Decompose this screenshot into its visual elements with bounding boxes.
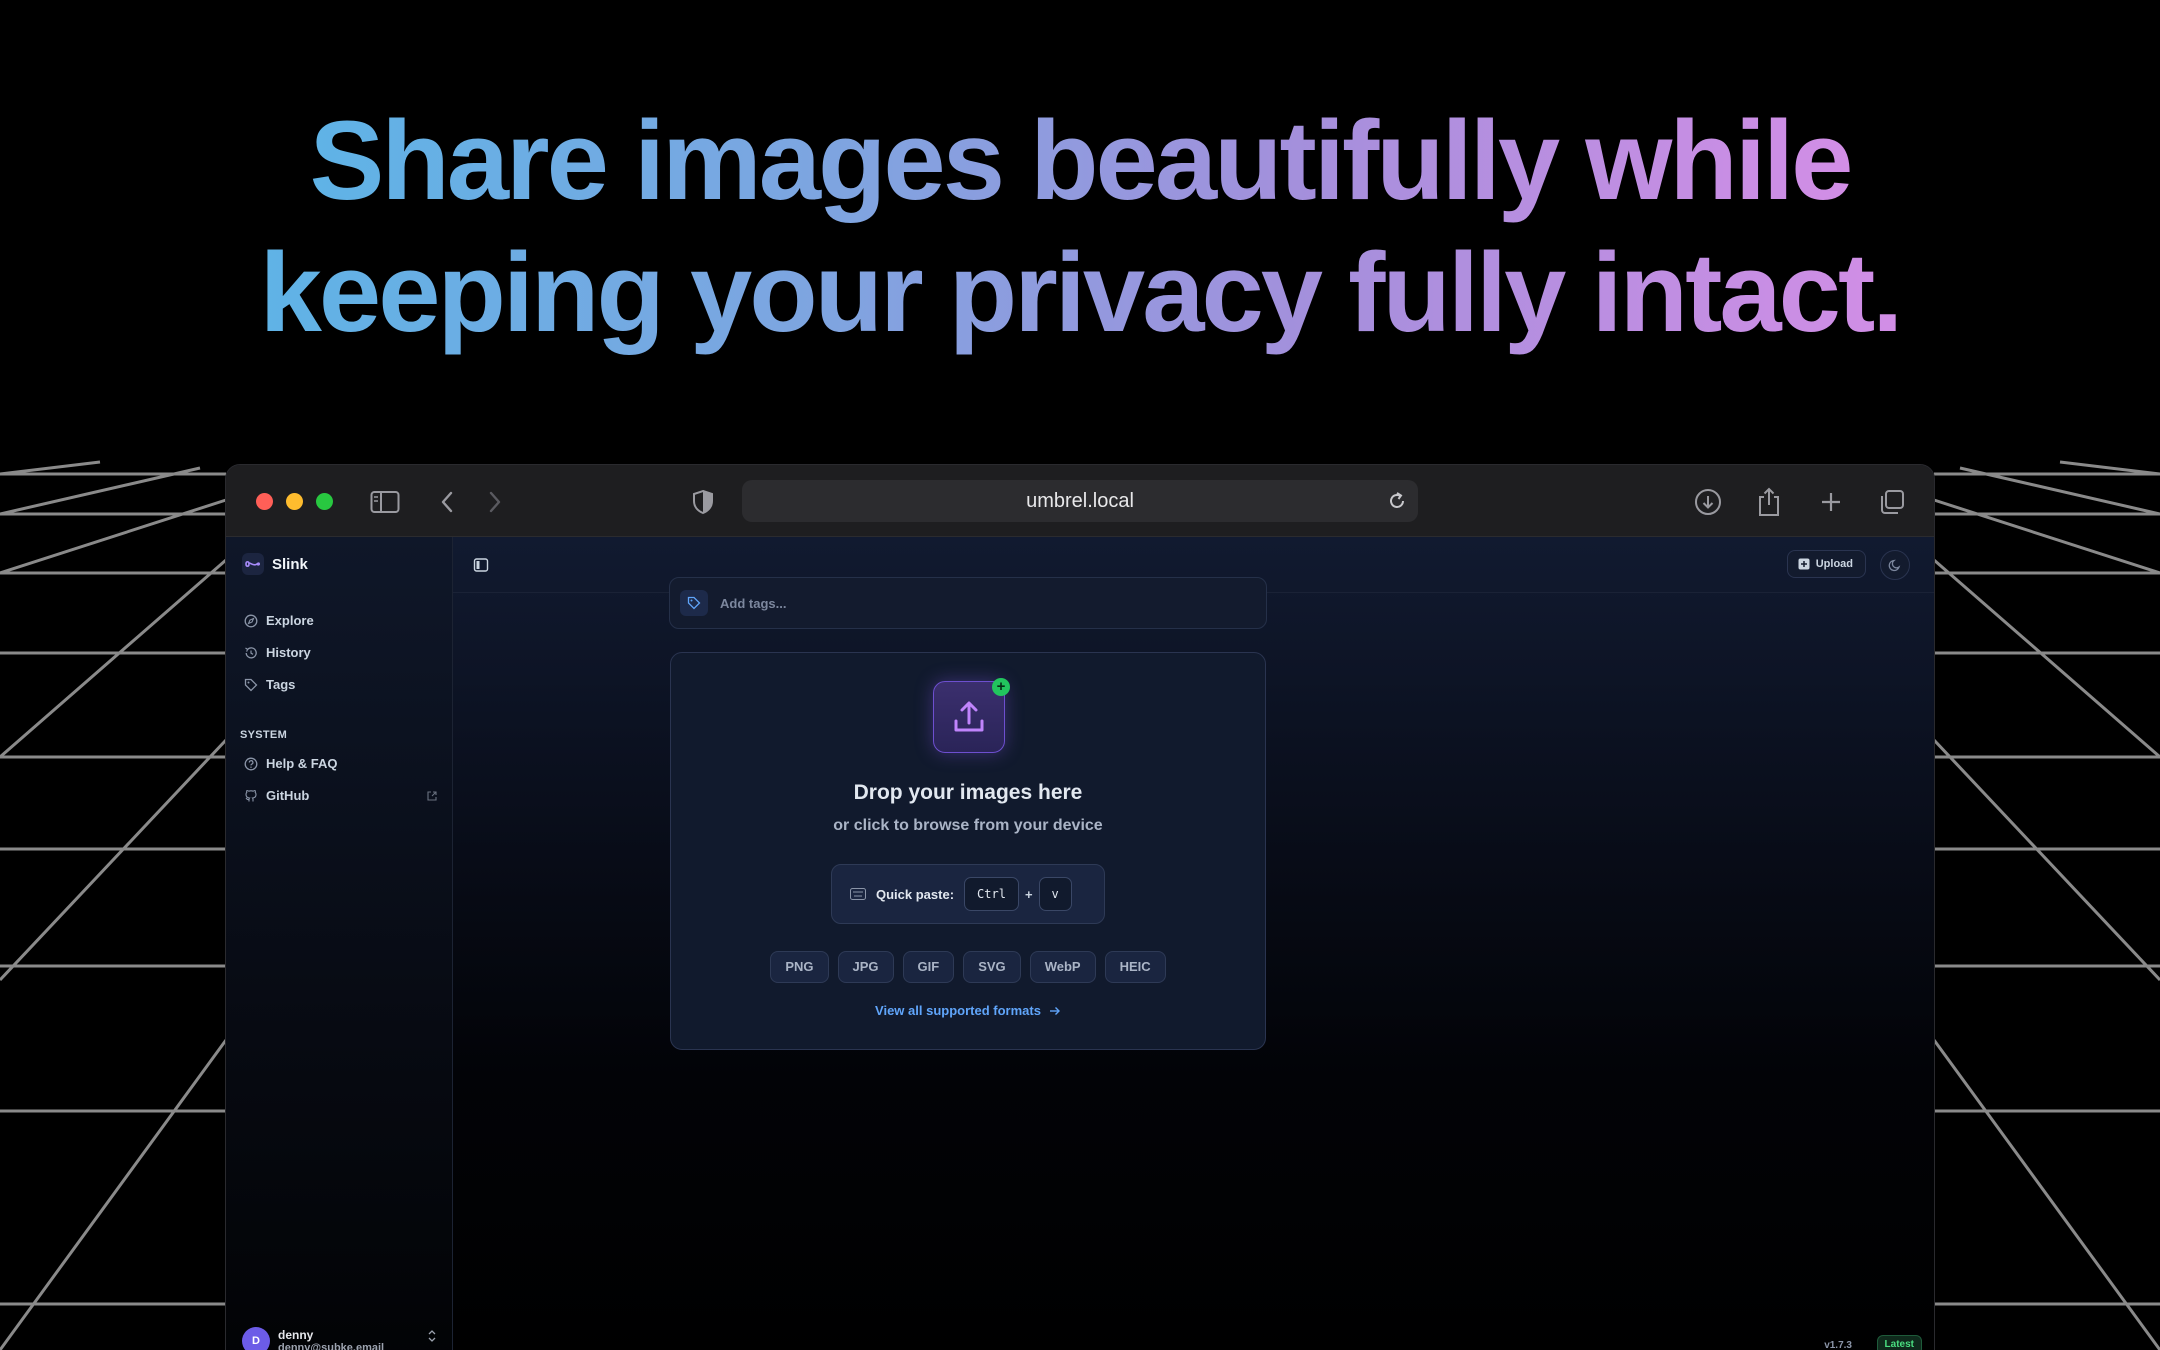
url-text: umbrel.local: [1026, 490, 1134, 512]
help-icon: [244, 757, 258, 770]
minimize-window-button[interactable]: [286, 493, 303, 510]
external-link-icon: [427, 791, 437, 801]
chevron-up-down-icon[interactable]: [426, 1329, 438, 1343]
privacy-shield-icon[interactable]: [688, 487, 718, 517]
new-tab-icon[interactable]: [1816, 487, 1846, 517]
ctrl-key: Ctrl: [964, 877, 1019, 911]
compass-icon: [244, 614, 258, 627]
back-icon[interactable]: [432, 487, 462, 517]
github-icon: [245, 789, 257, 801]
upload-icon: [954, 701, 984, 732]
quick-paste-label: Quick paste:: [876, 886, 955, 902]
sidebar-item-history[interactable]: History: [244, 645, 311, 660]
user-email: denny@subke.email: [278, 1341, 385, 1350]
user-name: denny: [278, 1327, 314, 1342]
sidebar-item-label: GitHub: [266, 788, 310, 803]
dropzone-title: Drop your images here: [853, 781, 1083, 804]
latest-badge: Latest: [1876, 1335, 1922, 1350]
sidebar-item-label: History: [266, 645, 311, 660]
dropzone-subtitle: or click to browse from your device: [833, 817, 1103, 834]
sidebar-toggle-icon[interactable]: [370, 487, 400, 517]
format-badge: JPG: [837, 951, 894, 983]
system-section-label: SYSTEM: [240, 729, 288, 741]
plus-square-icon: [1798, 558, 1810, 570]
reload-icon[interactable]: [1384, 488, 1410, 514]
sidebar-item-label: Explore: [266, 613, 314, 628]
avatar: D: [242, 1327, 270, 1350]
plus-sign: +: [1024, 886, 1033, 902]
quick-paste-hint: Quick paste: Ctrl + v: [831, 864, 1105, 924]
sidebar-item-github[interactable]: GitHub: [244, 788, 309, 803]
format-badge: GIF: [902, 951, 955, 983]
forward-icon[interactable]: [480, 487, 510, 517]
format-badge: HEIC: [1104, 951, 1166, 983]
downloads-icon[interactable]: [1693, 487, 1723, 517]
keyboard-icon: [850, 888, 866, 900]
tags-input[interactable]: [720, 578, 1250, 628]
tag-icon: [680, 590, 708, 616]
maximize-window-button[interactable]: [316, 493, 333, 510]
hero-headline: Share images beautifully while keeping y…: [0, 95, 2160, 359]
add-badge-icon: +: [992, 678, 1010, 696]
app-sidebar: Slink Explore History Tags SYSTEM Help &…: [226, 537, 453, 1350]
headline-line-2: keeping your privacy fully intact.: [260, 227, 1904, 359]
theme-toggle-button[interactable]: [1880, 550, 1910, 580]
headline-line-1: Share images beautifully while: [310, 95, 1854, 227]
browser-toolbar: umbrel.local: [226, 465, 1934, 537]
format-badge: PNG: [770, 951, 829, 983]
upload-button[interactable]: Upload: [1786, 550, 1866, 578]
view-formats-label: View all supported formats: [875, 1003, 1041, 1018]
version-label: v1.7.3: [1824, 1340, 1852, 1350]
history-icon: [245, 646, 257, 659]
sidebar-item-help[interactable]: Help & FAQ: [244, 756, 338, 771]
upload-button-label: Upload: [1815, 558, 1853, 570]
arrow-right-icon: [1049, 1006, 1060, 1015]
view-formats-link[interactable]: View all supported formats: [671, 1003, 1265, 1018]
image-dropzone[interactable]: + Drop your images here or click to brow…: [670, 652, 1266, 1050]
share-icon[interactable]: [1754, 487, 1784, 517]
tags-input-container[interactable]: [669, 577, 1267, 629]
sidebar-item-tags[interactable]: Tags: [244, 677, 295, 692]
close-window-button[interactable]: [256, 493, 273, 510]
user-menu[interactable]: D denny denny@subke.email: [242, 1327, 384, 1350]
format-list: PNG JPG GIF SVG WebP HEIC: [671, 951, 1265, 983]
sidebar-item-label: Tags: [266, 677, 296, 692]
format-badge: SVG: [963, 951, 1021, 983]
app-name: Slink: [272, 555, 308, 573]
v-key: v: [1038, 877, 1072, 911]
tab-overview-icon[interactable]: [1877, 487, 1907, 517]
moon-icon: [1888, 559, 1901, 572]
panel-toggle-icon[interactable]: [473, 557, 489, 573]
slink-logo-icon: [242, 553, 264, 575]
app-brand[interactable]: Slink: [242, 553, 308, 575]
sidebar-item-explore[interactable]: Explore: [244, 613, 314, 628]
format-badge: WebP: [1029, 951, 1096, 983]
tag-icon: [244, 678, 258, 691]
sidebar-item-label: Help & FAQ: [266, 756, 338, 771]
address-bar[interactable]: umbrel.local: [742, 480, 1418, 522]
